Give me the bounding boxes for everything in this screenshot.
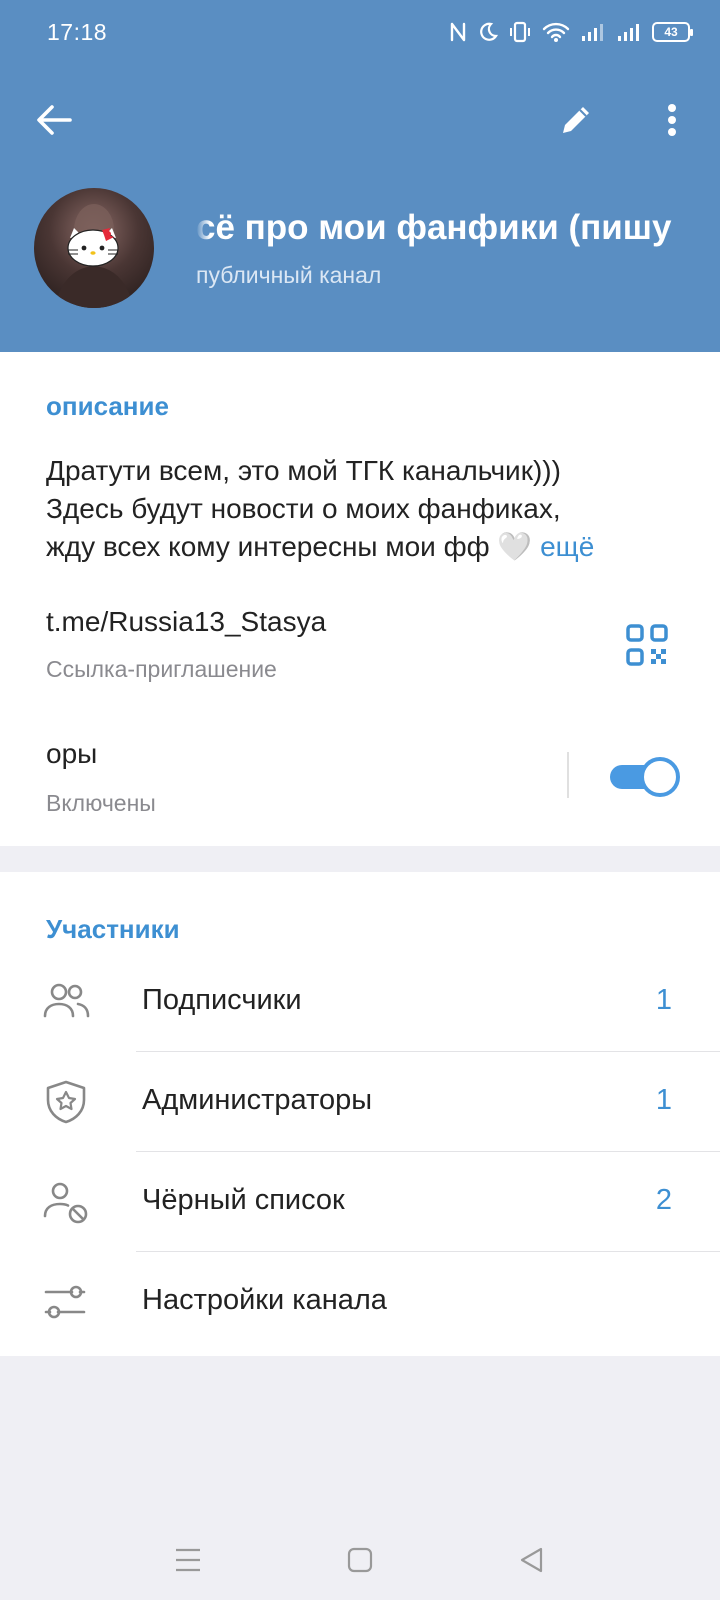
square-icon <box>347 1547 373 1573</box>
signal-icon <box>582 24 603 41</box>
signatures-toggle[interactable] <box>610 757 680 797</box>
subscribers-label: Подписчики <box>142 984 302 1016</box>
blacklist-count: 2 <box>655 1184 672 1216</box>
signatures-label: оры <box>46 738 98 769</box>
status-bar: 17:18 43 <box>0 0 720 64</box>
list-item-subscribers[interactable]: Подписчики 1 <box>0 952 720 1052</box>
description-line-3-text: жду всех кому интересны мои фф <box>46 531 490 562</box>
description-line-3: жду всех кому интересны мои фф 🤍 ещё <box>46 528 686 566</box>
vibrate-icon <box>510 21 530 43</box>
menu-lines-icon <box>176 1548 200 1572</box>
channel-settings-label: Настройки канала <box>142 1284 387 1316</box>
battery-icon: 43 <box>652 22 693 42</box>
description-line-1: Дратути всем, это мой ТГК канальчик))) <box>46 455 561 486</box>
pencil-icon <box>563 107 589 133</box>
vertical-divider <box>567 752 569 798</box>
home-button[interactable] <box>340 1540 380 1580</box>
users-icon <box>43 983 90 1018</box>
channel-title: сё про мои фанфики (пишу <box>196 208 672 247</box>
channel-subtitle: публичный канал <box>196 262 382 288</box>
qr-code-icon <box>626 624 668 666</box>
system-back-button[interactable] <box>512 1540 552 1580</box>
description-line-2: Здесь будут новости о моих фанфиках, <box>46 493 561 524</box>
description-title: описание <box>46 391 169 421</box>
battery-level: 43 <box>664 25 678 39</box>
qr-code-button[interactable] <box>626 624 668 671</box>
wifi-icon <box>542 22 570 42</box>
nfc-icon <box>450 22 466 42</box>
list-item-blacklist[interactable]: Чёрный список 2 <box>0 1152 720 1252</box>
back-button[interactable] <box>24 90 84 150</box>
blacklist-label: Чёрный список <box>142 1184 345 1216</box>
shield-star-icon <box>46 1080 86 1124</box>
arrow-left-icon <box>37 105 72 135</box>
invite-link-caption: Ссылка-приглашение <box>46 656 277 682</box>
invite-link[interactable]: t.me/Russia13_Stasya <box>46 606 326 638</box>
heart-emoji: 🤍 <box>497 531 533 562</box>
members-title: Участники <box>46 914 180 944</box>
status-icons: 43 <box>448 21 693 43</box>
members-card: Участники Подписчики 1 Администраторы 1 … <box>0 872 720 1356</box>
channel-header: 17:18 43 сё про мои фанфики (пишу публич… <box>0 0 720 352</box>
toggle-knob <box>640 757 680 797</box>
more-link[interactable]: ещё <box>540 531 594 562</box>
edit-button[interactable] <box>546 90 606 150</box>
triangle-back-icon <box>520 1547 543 1573</box>
administrators-count: 1 <box>655 1084 672 1116</box>
recents-button[interactable] <box>168 1540 208 1580</box>
signal-icon-2 <box>618 24 639 41</box>
more-vertical-icon <box>668 104 676 136</box>
list-item-channel-settings[interactable]: Настройки канала <box>0 1252 720 1352</box>
hello-kitty-sticker <box>54 204 134 308</box>
system-nav-bar <box>0 1520 720 1590</box>
signatures-status: Включены <box>46 790 156 816</box>
sliders-icon <box>44 1285 86 1319</box>
list-item-administrators[interactable]: Администраторы 1 <box>0 1052 720 1152</box>
user-blocked-icon <box>43 1182 88 1224</box>
channel-description: Дратути всем, это мой ТГК канальчик))) З… <box>46 452 686 566</box>
more-menu-button[interactable] <box>642 90 702 150</box>
status-time: 17:18 <box>47 18 108 45</box>
subscribers-count: 1 <box>655 984 672 1016</box>
administrators-label: Администраторы <box>142 1084 373 1116</box>
channel-avatar[interactable] <box>34 188 154 308</box>
moon-icon <box>480 22 498 41</box>
